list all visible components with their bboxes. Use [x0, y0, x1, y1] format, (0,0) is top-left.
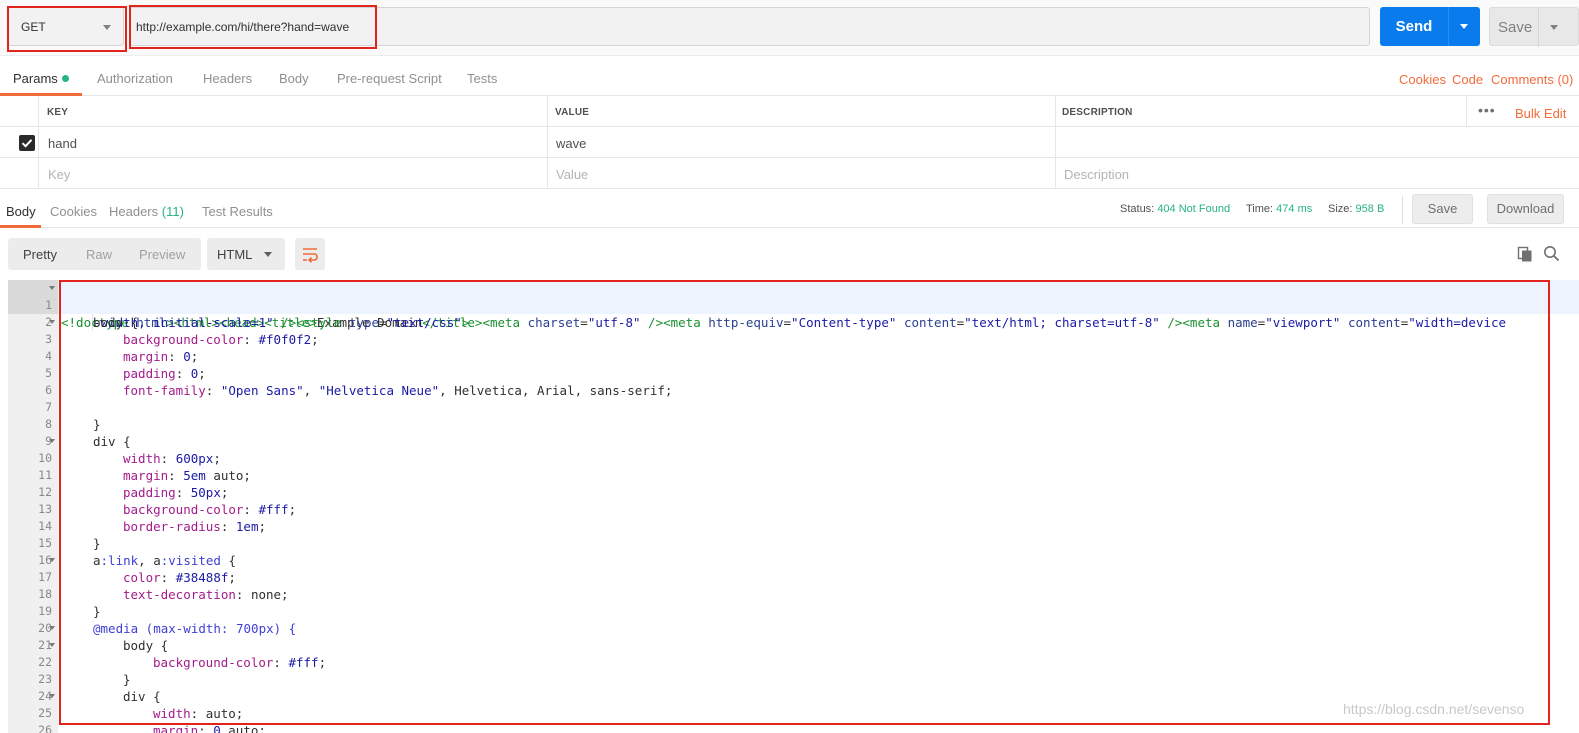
tab-response-headers[interactable]: Headers (11)	[109, 204, 184, 219]
comments-link[interactable]: Comments (0)	[1491, 72, 1573, 87]
fold-toggle-icon[interactable]	[49, 626, 55, 630]
tab-authorization[interactable]: Authorization	[97, 71, 173, 86]
tab-params-label: Params	[13, 71, 58, 86]
chevron-down-icon	[264, 252, 272, 257]
wrap-lines-icon	[303, 248, 318, 263]
tab-response-cookies[interactable]: Cookies	[50, 204, 97, 219]
status-divider	[1402, 196, 1403, 224]
description-column-header: DESCRIPTION	[1055, 96, 1466, 126]
format-value: HTML	[217, 247, 253, 262]
active-response-tab-indicator	[0, 225, 41, 228]
new-description-input[interactable]: Description	[1055, 158, 1579, 188]
bulk-edit-link[interactable]: Bulk Edit	[1515, 106, 1566, 121]
tab-tests[interactable]: Tests	[467, 71, 497, 86]
cookies-link[interactable]: Cookies	[1399, 72, 1446, 87]
params-header-row: KEY VALUE DESCRIPTION ••• Bulk Edit	[0, 96, 1579, 127]
view-mode-segment: Pretty Raw Preview	[8, 238, 201, 270]
code-link[interactable]: Code	[1452, 72, 1483, 87]
send-divider	[1448, 7, 1449, 46]
fold-toggle-icon[interactable]	[49, 286, 55, 290]
fold-toggle-icon[interactable]	[49, 643, 55, 647]
tab-headers[interactable]: Headers	[203, 71, 252, 86]
param-enabled-checkbox[interactable]	[19, 135, 35, 151]
tab-params[interactable]: Params	[13, 71, 69, 86]
tab-body[interactable]: Body	[279, 71, 309, 86]
tab-test-results[interactable]: Test Results	[202, 204, 273, 219]
params-table: KEY VALUE DESCRIPTION ••• Bulk Edit hand…	[0, 96, 1579, 189]
code-highlight-box	[59, 280, 1550, 725]
search-icon[interactable]	[1543, 245, 1560, 262]
table-row-new: Key Value Description	[0, 158, 1579, 189]
url-highlight-box	[129, 5, 377, 49]
save-request-button[interactable]: Save	[1489, 7, 1579, 47]
table-actions: ••• Bulk Edit	[1466, 96, 1579, 126]
param-key-cell[interactable]: hand	[38, 127, 548, 157]
size-value: 958 B	[1355, 203, 1385, 215]
fold-toggle-icon[interactable]	[49, 320, 55, 324]
tab-prerequest-script[interactable]: Pre-request Script	[337, 71, 442, 86]
watermark: https://blog.csdn.net/sevenso	[1343, 701, 1525, 717]
time-value: 474 ms	[1276, 203, 1313, 215]
param-description-cell[interactable]	[1055, 127, 1579, 157]
request-tabs: Params Authorization Headers Body Pre-re…	[0, 58, 1579, 96]
download-button[interactable]: Download	[1487, 194, 1564, 224]
fold-toggle-icon[interactable]	[49, 694, 55, 698]
wrap-lines-button[interactable]	[295, 238, 325, 270]
save-divider	[1538, 8, 1539, 47]
response-tabs: Body Cookies Headers (11) Test Results S…	[0, 192, 1579, 228]
params-active-dot-icon	[61, 75, 69, 82]
send-button[interactable]: Send	[1380, 7, 1480, 46]
fold-toggle-icon[interactable]	[49, 558, 55, 562]
copy-icon[interactable]	[1517, 246, 1533, 263]
key-column-header: KEY	[38, 96, 548, 126]
new-value-input[interactable]: Value	[547, 158, 1056, 188]
method-highlight-box	[7, 6, 127, 52]
status-badge: 404 Not Found	[1157, 203, 1231, 215]
checkmark-icon	[21, 139, 33, 148]
fold-toggle-icon[interactable]	[49, 439, 55, 443]
format-select[interactable]: HTML	[207, 238, 285, 270]
status-readout: Status: 404 Not Found	[1120, 203, 1231, 215]
tab-response-body[interactable]: Body	[6, 204, 36, 219]
save-label: Save	[1498, 19, 1533, 36]
save-options-chevron-icon[interactable]	[1550, 25, 1558, 30]
response-view-toolbar: Pretty Raw Preview HTML	[0, 238, 1579, 272]
pretty-mode-button[interactable]: Pretty	[23, 247, 57, 262]
size-readout: Size: 958 B	[1328, 203, 1385, 215]
value-column-header: VALUE	[547, 96, 1056, 126]
raw-mode-button[interactable]: Raw	[86, 247, 112, 262]
save-response-button[interactable]: Save	[1412, 194, 1473, 224]
param-value-cell[interactable]: wave	[547, 127, 1056, 157]
more-options-icon[interactable]: •••	[1478, 102, 1496, 118]
send-label: Send	[1395, 18, 1433, 35]
preview-mode-button[interactable]: Preview	[139, 247, 185, 262]
headers-count: (11)	[161, 204, 184, 219]
time-readout: Time: 474 ms	[1246, 203, 1313, 215]
send-options-chevron-icon[interactable]	[1460, 24, 1468, 29]
new-key-input[interactable]: Key	[38, 158, 548, 188]
table-row: hand wave	[0, 127, 1579, 158]
